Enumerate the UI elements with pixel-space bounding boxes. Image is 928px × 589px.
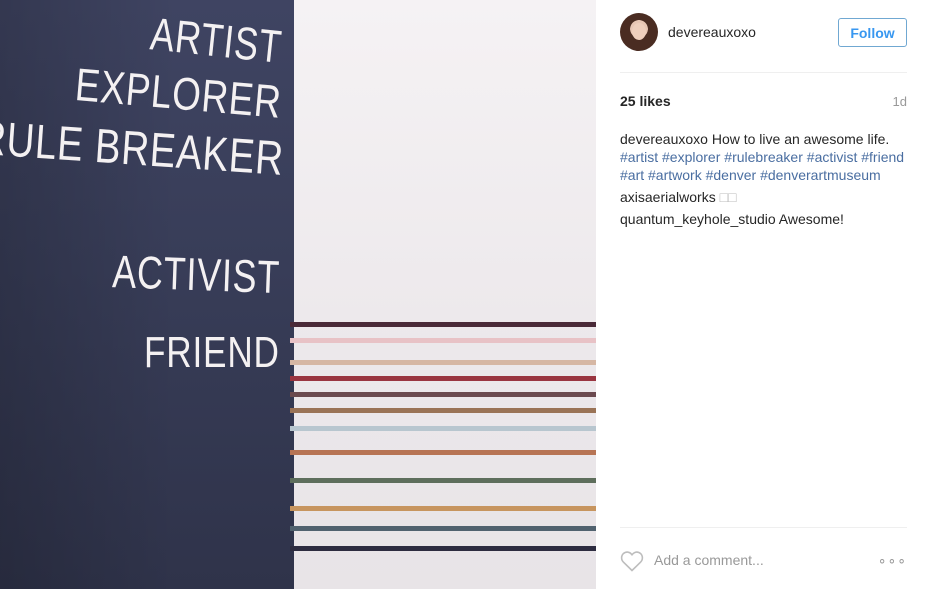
hashtag-link[interactable]: #denver bbox=[706, 167, 757, 183]
post-photo[interactable]: ARTIST EXPLORER RULE BREAKER ACTIVIST FR… bbox=[0, 0, 596, 589]
colored-stripes bbox=[290, 320, 596, 560]
hashtag-link[interactable]: #denverartmuseum bbox=[760, 167, 881, 183]
comment-text: Awesome! bbox=[778, 211, 844, 227]
avatar-face bbox=[632, 23, 646, 40]
hashtag-link[interactable]: #artwork bbox=[648, 167, 702, 183]
comment-username[interactable]: quantum_keyhole_studio bbox=[620, 211, 776, 227]
hashtag-link[interactable]: #art bbox=[620, 167, 644, 183]
stripe bbox=[290, 338, 596, 343]
add-comment-input[interactable]: Add a comment... bbox=[654, 552, 764, 568]
stripe bbox=[290, 506, 596, 511]
stripe bbox=[290, 546, 596, 551]
hashtag-link[interactable]: #rulebreaker bbox=[724, 149, 803, 165]
stripe bbox=[290, 478, 596, 483]
likes-count[interactable]: 25 likes bbox=[620, 93, 671, 109]
stripe bbox=[290, 450, 596, 455]
more-options-icon[interactable]: ∘∘∘ bbox=[878, 552, 907, 569]
stripe bbox=[290, 376, 596, 381]
wall-word-activist: ACTIVIST bbox=[111, 245, 281, 303]
caption-hashtags: #artist #explorer #rulebreaker #activist… bbox=[620, 149, 904, 183]
stripe bbox=[290, 426, 596, 431]
comment-username[interactable]: axisaerialworks bbox=[620, 189, 716, 205]
wall-word-friend: FRIEND bbox=[144, 328, 280, 377]
comments-list: devereauxoxo How to live an awesome life… bbox=[620, 130, 912, 232]
header-divider bbox=[620, 72, 907, 73]
caption-username[interactable]: devereauxoxo bbox=[620, 131, 708, 147]
hashtag-link[interactable]: #activist bbox=[807, 149, 858, 165]
post-side-panel: devereauxoxo Follow 25 likes 1d devereau… bbox=[596, 0, 928, 589]
comment-item: quantum_keyhole_studio Awesome! bbox=[620, 210, 912, 228]
stripe bbox=[290, 322, 596, 327]
stripe bbox=[290, 408, 596, 413]
comment-text: □□ bbox=[719, 189, 737, 205]
add-comment-row: Add a comment... ∘∘∘ bbox=[620, 543, 907, 579]
follow-button[interactable]: Follow bbox=[838, 18, 907, 47]
post-time[interactable]: 1d bbox=[893, 94, 907, 109]
caption-text: How to live an awesome life. bbox=[711, 131, 890, 147]
stripe bbox=[290, 360, 596, 365]
hashtag-link[interactable]: #friend bbox=[861, 149, 904, 165]
hashtag-link[interactable]: #artist bbox=[620, 149, 658, 165]
post-header: devereauxoxo Follow bbox=[620, 12, 907, 52]
caption: devereauxoxo How to live an awesome life… bbox=[620, 130, 912, 184]
stripe bbox=[290, 392, 596, 397]
comment-item: axisaerialworks □□ bbox=[620, 188, 912, 206]
comments-divider bbox=[620, 527, 907, 528]
stripe bbox=[290, 526, 596, 531]
hashtag-link[interactable]: #explorer bbox=[662, 149, 720, 165]
heart-icon[interactable] bbox=[620, 550, 644, 572]
avatar[interactable] bbox=[620, 13, 658, 51]
header-username[interactable]: devereauxoxo bbox=[668, 24, 756, 40]
instagram-post: ARTIST EXPLORER RULE BREAKER ACTIVIST FR… bbox=[0, 0, 928, 589]
